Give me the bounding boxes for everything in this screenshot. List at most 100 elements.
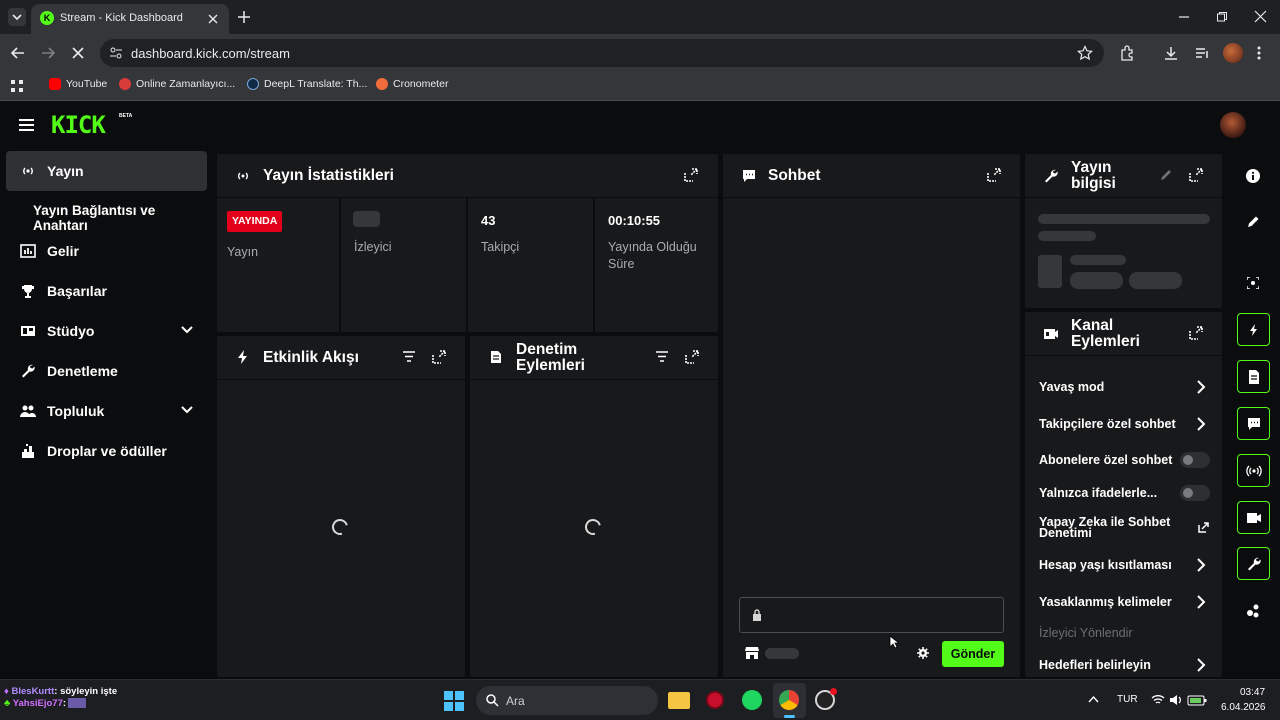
new-tab-icon[interactable] <box>237 10 251 24</box>
followers-only-row[interactable]: Takipçilere özel sohbet <box>1025 413 1222 435</box>
activity-feed-toggle[interactable] <box>1237 313 1270 346</box>
back-arrow-icon[interactable] <box>10 45 26 61</box>
windows-start-icon[interactable] <box>444 691 464 711</box>
filter-icon[interactable] <box>403 351 415 362</box>
bookmark-star-icon[interactable] <box>1077 45 1093 61</box>
goals-row[interactable]: Hedefleri belirleyin <box>1025 654 1222 676</box>
popout-icon[interactable] <box>987 168 1001 182</box>
sidebar-item-basarilar[interactable]: Başarılar <box>6 271 207 311</box>
extensions-icon[interactable] <box>1119 45 1135 61</box>
stats-toggle[interactable] <box>1237 454 1270 487</box>
gear-icon[interactable] <box>917 647 929 659</box>
popout-icon[interactable] <box>1189 168 1203 182</box>
volume-icon[interactable] <box>1169 694 1183 706</box>
kick-logo[interactable]: KICK <box>51 113 106 137</box>
chrome-active-tile[interactable] <box>773 683 806 718</box>
sidebar-item-studyo[interactable]: Stüdyo <box>6 311 207 351</box>
clock-date[interactable]: 6.04.2026 <box>1221 702 1266 713</box>
panel-header: Kanal Eylemleri <box>1025 312 1222 356</box>
close-icon[interactable] <box>207 13 219 25</box>
trophy-icon <box>22 285 34 298</box>
profile-avatar[interactable] <box>1223 43 1243 63</box>
chat-input[interactable] <box>739 597 1004 633</box>
mouse-cursor-icon <box>889 635 899 649</box>
bookmark-timer[interactable]: Online Zamanlayıcı... <box>119 78 235 90</box>
beta-badge: BETA <box>119 113 133 119</box>
bookmark-cronometer[interactable]: Cronometer <box>376 78 448 90</box>
window-close-icon[interactable] <box>1254 10 1267 23</box>
sidebar-item-yayin[interactable]: Yayın <box>6 151 207 191</box>
taskbar-search[interactable]: Ara <box>476 686 658 715</box>
filter-icon[interactable] <box>656 351 668 362</box>
stop-loading-icon[interactable] <box>70 45 86 61</box>
lightning-icon <box>1250 324 1257 336</box>
panel-header: Yayın İstatistikleri <box>217 154 718 198</box>
bookmark-label: Cronometer <box>393 78 449 90</box>
app-icon-red[interactable] <box>706 691 724 709</box>
account-age-row[interactable]: Hesap yaşı kısıtlaması <box>1025 554 1222 576</box>
subscribers-only-toggle[interactable] <box>1180 452 1210 468</box>
restore-icon[interactable] <box>1216 11 1228 23</box>
url-text[interactable]: dashboard.kick.com/stream <box>131 46 290 61</box>
emotes-only-toggle[interactable] <box>1180 485 1210 501</box>
more-widgets-icon[interactable] <box>1246 604 1260 618</box>
stream-stats-panel: Yayın İstatistikleri YAYINDA Yayın İzley… <box>217 154 718 332</box>
forward-arrow-icon[interactable] <box>40 45 56 61</box>
media-control-icon[interactable] <box>1194 45 1210 61</box>
language-indicator[interactable]: TUR <box>1117 694 1138 705</box>
focus-icon[interactable] <box>1247 277 1259 289</box>
user-avatar[interactable] <box>1220 112 1246 138</box>
badge-icon: ♦ <box>4 686 12 697</box>
tag-skeleton <box>1070 272 1123 289</box>
edit-layout-button[interactable] <box>1237 205 1270 238</box>
menu-dots-icon[interactable] <box>1256 45 1262 61</box>
hamburger-menu-icon[interactable] <box>19 119 34 131</box>
site-info-icon[interactable] <box>109 46 123 60</box>
slow-mode-row[interactable]: Yavaş mod <box>1025 376 1222 398</box>
sidebar-item-label: Yayın <box>47 163 84 179</box>
wrench-icon <box>1045 169 1058 183</box>
tab-search-button[interactable] <box>8 8 26 26</box>
chat-panel: Sohbet Gönder <box>723 154 1020 677</box>
popout-icon[interactable] <box>1189 326 1203 340</box>
sidebar-item-gelir[interactable]: Gelir <box>6 231 207 271</box>
send-button[interactable]: Gönder <box>942 641 1004 667</box>
battery-icon[interactable] <box>1187 693 1207 707</box>
bookmark-deepl[interactable]: DeepL Translate: Th... <box>247 78 367 90</box>
file-explorer-icon[interactable] <box>668 692 690 709</box>
address-bar[interactable]: dashboard.kick.com/stream <box>100 39 1104 67</box>
sidebar-item-droplar[interactable]: Droplar ve ödüller <box>6 431 207 471</box>
store-icon[interactable] <box>745 646 759 660</box>
studio-icon <box>21 326 35 336</box>
sidebar-item-denetleme[interactable]: Denetleme <box>6 351 207 391</box>
banned-words-row[interactable]: Yasaklanmış kelimeler <box>1025 591 1222 613</box>
info-icon[interactable] <box>1246 169 1260 183</box>
chevron-down-icon[interactable] <box>180 323 194 337</box>
wifi-icon[interactable] <box>1151 694 1165 706</box>
chevron-down-icon[interactable] <box>180 403 194 417</box>
action-label: Yavaş mod <box>1039 380 1105 394</box>
download-icon[interactable] <box>1163 45 1179 61</box>
popout-icon[interactable] <box>685 350 699 364</box>
sidebar-item-topluluk[interactable]: Topluluk <box>6 391 207 431</box>
browser-tab-active[interactable]: K Stream - Kick Dashboard <box>31 4 229 34</box>
ai-moderation-row[interactable]: Yapay Zeka ile Sohbet Denetimi <box>1025 514 1222 544</box>
bookmark-youtube[interactable]: YouTube <box>49 78 107 90</box>
chat-toggle[interactable] <box>1237 407 1270 440</box>
edit-pencil-icon[interactable] <box>1160 169 1172 181</box>
clock-time[interactable]: 03:47 <box>1240 687 1265 698</box>
minimize-icon[interactable] <box>1178 11 1190 23</box>
moderation-actions-toggle[interactable] <box>1237 360 1270 393</box>
studio-icon <box>1247 513 1261 523</box>
chevron-up-icon[interactable] <box>1088 695 1099 703</box>
popout-icon[interactable] <box>684 168 698 182</box>
channel-actions-toggle[interactable] <box>1237 501 1270 534</box>
spotify-icon[interactable] <box>742 690 762 710</box>
sidebar-item-stream-key[interactable]: Yayın Bağlantısı ve Anahtarı <box>6 191 207 233</box>
badge-icon: ♣ <box>4 698 13 709</box>
popout-icon[interactable] <box>432 350 446 364</box>
stat-followers: 43 Takipçi <box>468 198 595 332</box>
apps-grid-icon[interactable] <box>10 79 24 93</box>
stat-duration: 00:10:55 Yayında Olduğu Süre <box>595 198 718 332</box>
stream-info-toggle[interactable] <box>1237 547 1270 580</box>
